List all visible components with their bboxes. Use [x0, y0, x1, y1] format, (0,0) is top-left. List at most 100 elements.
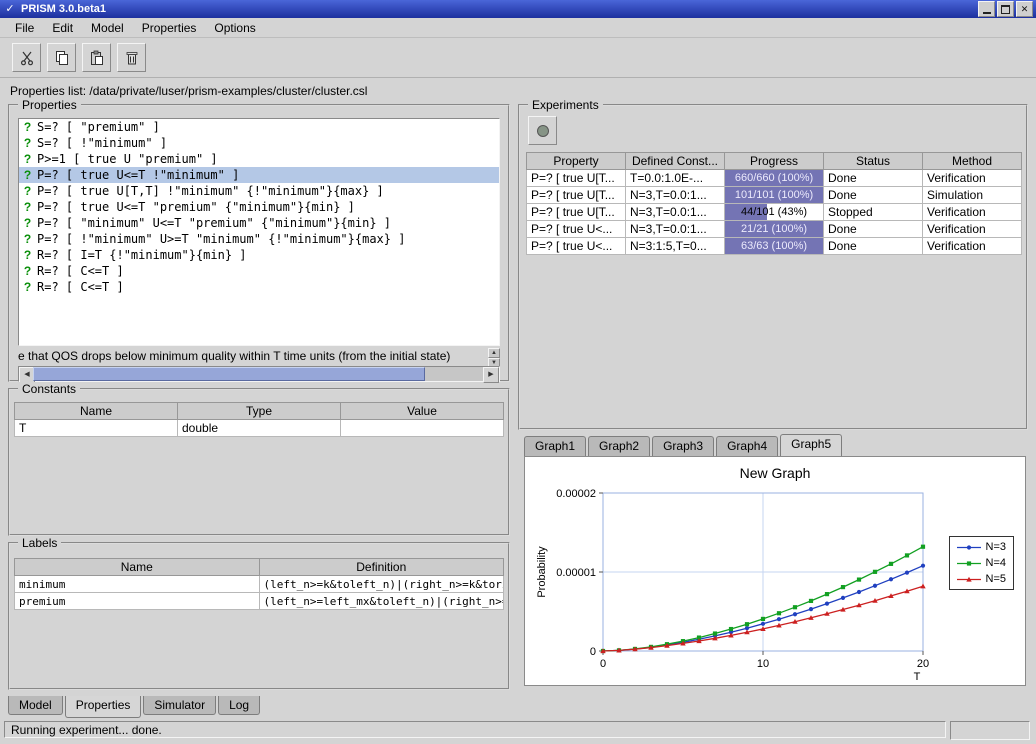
tab-log[interactable]: Log — [218, 696, 260, 715]
property-item[interactable]: ?P=? [ true U<=T "premium" {"minimum"}{m… — [19, 199, 499, 215]
tab-model[interactable]: Model — [8, 696, 63, 715]
menu-model[interactable]: Model — [82, 19, 133, 37]
property-question-icon: ? — [22, 232, 33, 246]
experiment-col-header[interactable]: Progress — [725, 153, 824, 170]
label-row[interactable]: premium(left_n>=left_mx&toleft_n)|(right… — [15, 593, 504, 610]
scroll-right-icon[interactable]: ▶ — [483, 367, 499, 383]
stop-circle-icon — [535, 123, 551, 139]
graph-tab-graph1[interactable]: Graph1 — [524, 436, 586, 456]
paste-button[interactable] — [82, 43, 111, 72]
menu-edit[interactable]: Edit — [43, 19, 82, 37]
property-item[interactable]: ?P=? [ "minimum" U<=T "premium" {"minimu… — [19, 215, 499, 231]
property-comment-pane[interactable]: e that QOS drops below minimum quality w… — [18, 348, 500, 364]
experiment-method: Verification — [923, 170, 1022, 187]
label-row[interactable]: minimum(left_n>=k&toleft_n)|(right_n>=k&… — [15, 576, 504, 593]
property-question-icon: ? — [22, 168, 33, 182]
property-question-icon: ? — [22, 120, 33, 134]
progress-bar: 101/101 (100%) — [725, 187, 823, 203]
minimize-icon — [983, 12, 991, 14]
constants-panel-title: Constants — [18, 382, 80, 396]
property-item[interactable]: ? R=? [ C<=T ] — [19, 263, 499, 279]
constants-panel: Constants NameTypeValueTdouble — [8, 388, 510, 536]
graph-tab-graph2[interactable]: Graph2 — [588, 436, 650, 456]
legend-marker-icon — [957, 559, 981, 568]
experiments-table[interactable]: PropertyDefined Const...ProgressStatusMe… — [526, 152, 1022, 255]
property-item[interactable]: ?P>=1 [ true U "premium" ] — [19, 151, 499, 167]
menu-options[interactable]: Options — [205, 19, 264, 37]
experiment-row[interactable]: P=? [ true U<... N=3,T=0.0:1... 21/21 (1… — [527, 221, 1022, 238]
close-button[interactable]: ✕ — [1016, 1, 1033, 17]
experiment-constants: N=3:1:5,T=0... — [626, 238, 725, 255]
property-question-icon: ? — [22, 248, 33, 262]
comment-vertical-scrollbar[interactable]: ▲ ▼ — [488, 348, 500, 364]
property-question-icon: ? — [22, 264, 33, 278]
property-item[interactable]: ?S=? [ "premium" ] — [19, 119, 499, 135]
scissors-icon — [19, 50, 35, 66]
graph-panel: New Graph 0102000.000010.00002Probabilit… — [524, 456, 1026, 686]
experiment-row[interactable]: P=? [ true U[T... N=3,T=0.0:1... 44/101 … — [527, 204, 1022, 221]
chart-legend[interactable]: N=3N=4N=5 — [949, 536, 1015, 590]
property-text: R=? [ C<=T ] — [37, 264, 124, 278]
copy-icon — [54, 50, 70, 66]
property-question-icon: ? — [22, 216, 33, 230]
graph-tab-graph5[interactable]: Graph5 — [780, 434, 842, 456]
title-bar[interactable]: ✓ PRISM 3.0.beta1 ✕ — [0, 0, 1036, 18]
label-cell: premium — [15, 593, 260, 610]
constant-row[interactable]: Tdouble — [15, 420, 504, 437]
experiment-property: P=? [ true U<... — [527, 238, 626, 255]
graph-tab-graph4[interactable]: Graph4 — [716, 436, 778, 456]
experiment-col-header[interactable]: Method — [923, 153, 1022, 170]
window-title: PRISM 3.0.beta1 — [21, 3, 976, 15]
property-item[interactable]: ? P=? [ !"minimum" U>=T "minimum" {!"mini… — [19, 231, 499, 247]
maximize-button[interactable] — [997, 1, 1014, 17]
tab-properties[interactable]: Properties — [65, 696, 142, 718]
delete-button[interactable] — [117, 43, 146, 72]
menu-properties[interactable]: Properties — [133, 19, 206, 37]
experiment-progress: 101/101 (100%) — [725, 187, 824, 204]
labels-table[interactable]: NameDefinitionminimum(left_n>=k&toleft_n… — [14, 558, 504, 610]
experiment-progress: 63/63 (100%) — [725, 238, 824, 255]
legend-label: N=4 — [986, 557, 1007, 569]
status-bar: Running experiment... done. — [4, 721, 946, 738]
label-col-header[interactable]: Name — [15, 559, 260, 576]
status-side-box — [950, 721, 1030, 740]
experiment-row[interactable]: P=? [ true U[T... N=3,T=0.0:1... 101/101… — [527, 187, 1022, 204]
property-item[interactable]: ?P=? [ true U<=T !"minimum" ] — [19, 167, 499, 183]
legend-item: N=4 — [957, 557, 1007, 569]
experiment-row[interactable]: P=? [ true U[T... T=0.0:1.0E-... 660/660… — [527, 170, 1022, 187]
tab-simulator[interactable]: Simulator — [143, 696, 216, 715]
property-item[interactable]: ?R=? [ C<=T ] — [19, 279, 499, 295]
property-text: P=? [ true U<=T "premium" {"minimum"}{mi… — [37, 200, 355, 214]
maximize-icon — [1001, 5, 1010, 14]
property-item[interactable]: ?R=? [ I=T {!"minimum"}{min} ] — [19, 247, 499, 263]
label-col-header[interactable]: Definition — [259, 559, 504, 576]
property-item[interactable]: ?P=? [ true U[T,T] !"minimum" {!"minimum… — [19, 183, 499, 199]
constants-table[interactable]: NameTypeValueTdouble — [14, 402, 504, 437]
main-tab-bar: ModelPropertiesSimulatorLog — [8, 696, 260, 718]
property-item[interactable]: ?S=? [ !"minimum" ] — [19, 135, 499, 151]
experiment-status: Done — [824, 238, 923, 255]
legend-label: N=5 — [986, 573, 1007, 585]
scroll-up-icon[interactable]: ▲ — [488, 348, 500, 358]
experiment-method: Verification — [923, 221, 1022, 238]
cut-button[interactable] — [12, 43, 41, 72]
experiment-row[interactable]: P=? [ true U<... N=3:1:5,T=0... 63/63 (1… — [527, 238, 1022, 255]
constant-col-header[interactable]: Value — [341, 403, 504, 420]
property-text: P=? [ !"minimum" U>=T "minimum" {!"minim… — [37, 232, 405, 246]
graph-tab-bar: Graph1Graph2Graph3Graph4Graph5 — [524, 434, 842, 456]
constant-col-header[interactable]: Type — [178, 403, 341, 420]
scrollbar-thumb[interactable] — [33, 367, 425, 381]
experiment-status: Done — [824, 187, 923, 204]
experiment-col-header[interactable]: Defined Const... — [626, 153, 725, 170]
menu-file[interactable]: File — [6, 19, 43, 37]
graph-tab-graph3[interactable]: Graph3 — [652, 436, 714, 456]
copy-button[interactable] — [47, 43, 76, 72]
experiment-col-header[interactable]: Property — [527, 153, 626, 170]
constant-col-header[interactable]: Name — [15, 403, 178, 420]
label-cell: (left_n>=left_mx&toleft_n)|(right_n>=r..… — [259, 593, 504, 610]
experiment-col-header[interactable]: Status — [824, 153, 923, 170]
properties-list[interactable]: ?S=? [ "premium" ]?S=? [ !"minimum" ]?P>… — [18, 118, 500, 346]
minimize-button[interactable] — [978, 1, 995, 17]
comment-horizontal-scrollbar[interactable]: ◀ ▶ — [18, 366, 500, 382]
stop-experiment-button[interactable] — [528, 116, 557, 145]
